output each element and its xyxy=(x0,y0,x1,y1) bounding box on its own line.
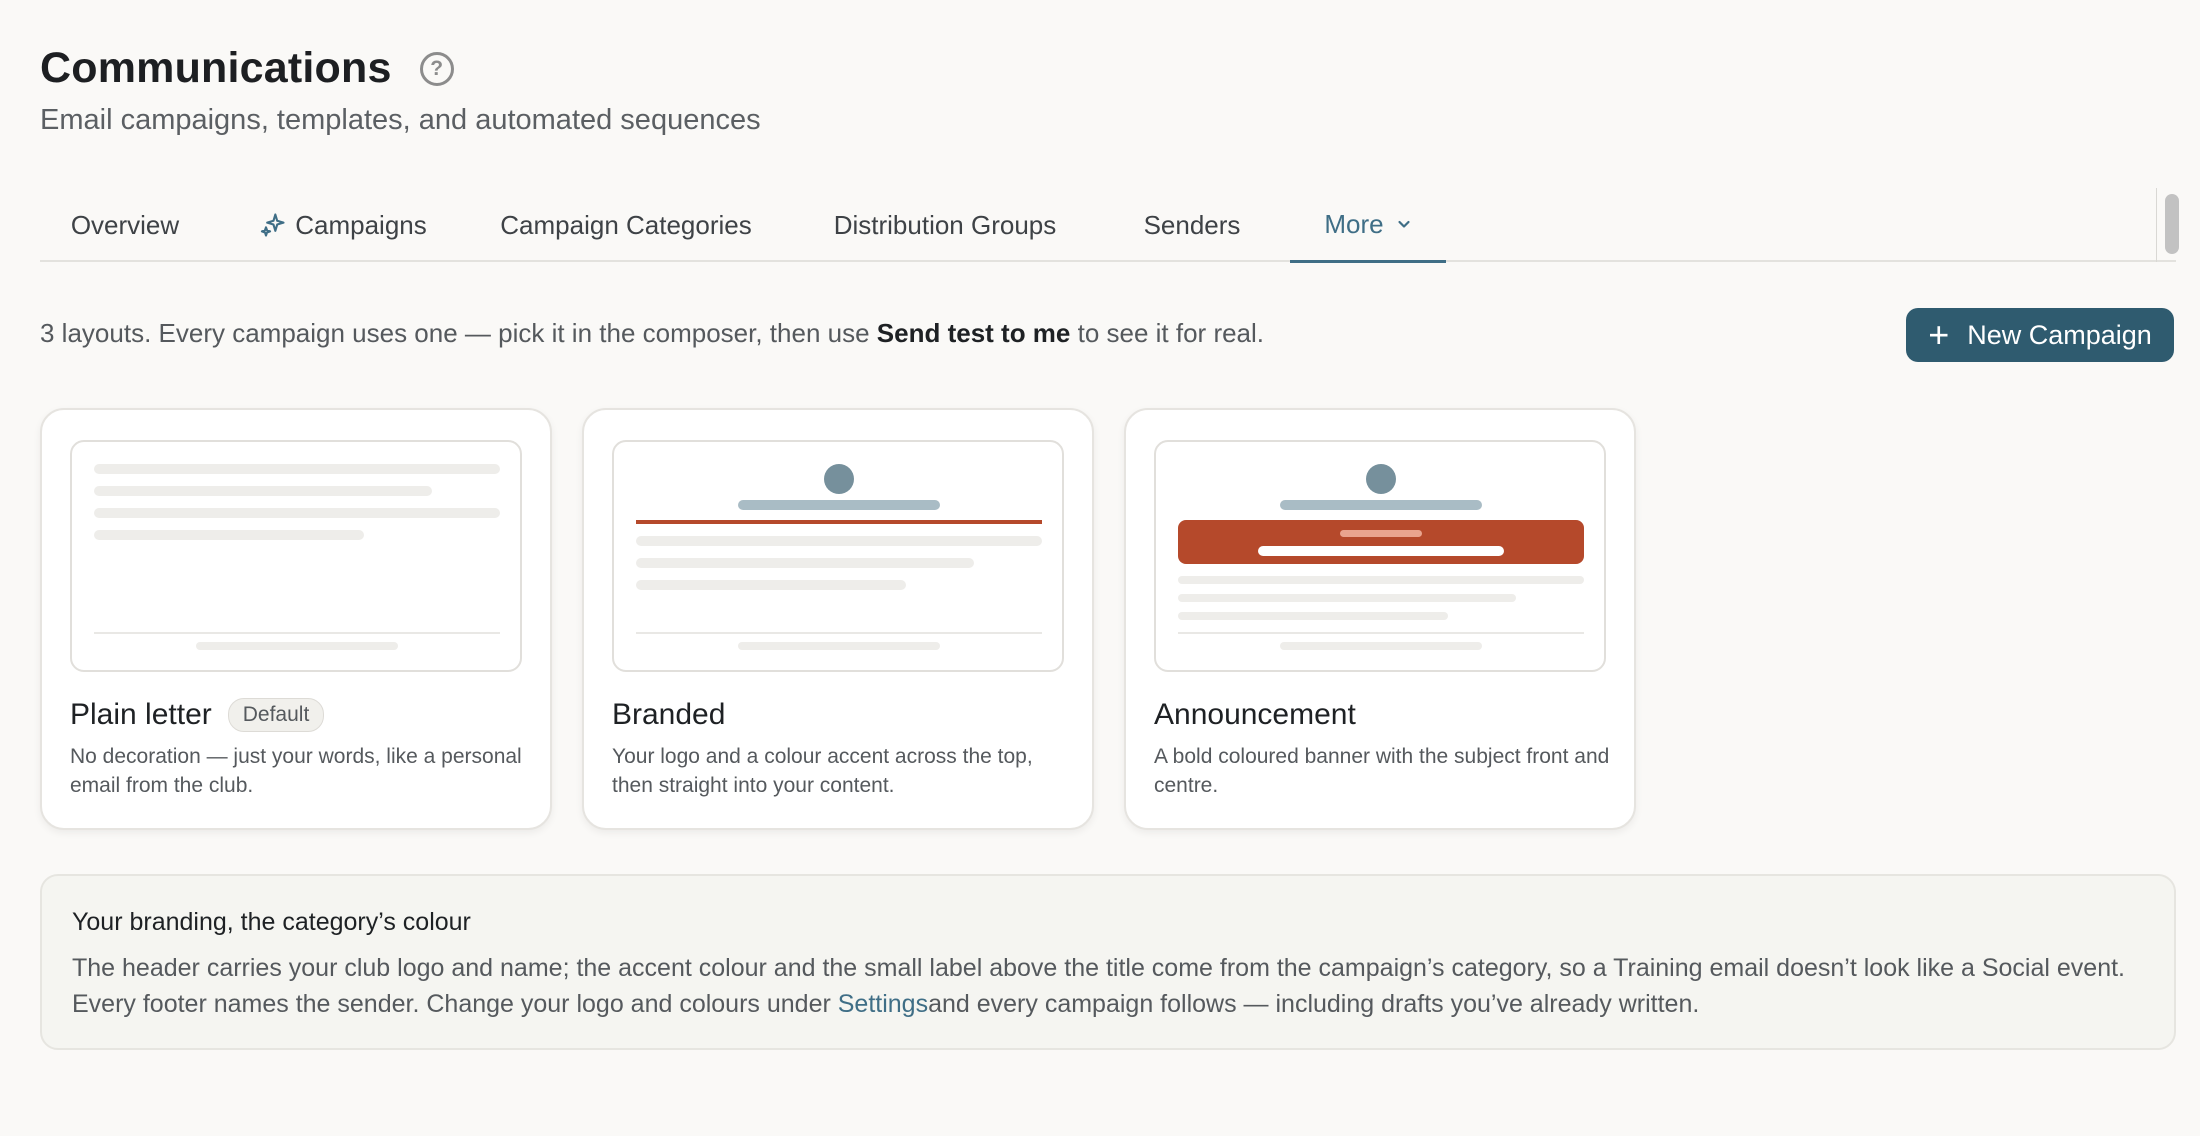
layouts-intro: 3 layouts. Every campaign uses one — pic… xyxy=(40,318,1264,349)
sparkle-icon xyxy=(261,213,285,237)
tab-label: Distribution Groups xyxy=(833,209,1057,240)
layout-card-plain-letter[interactable]: Plain letter Default No decoration — jus… xyxy=(40,408,552,830)
note-body: The header carries your club logo and na… xyxy=(72,950,2152,1022)
intro-text: 3 layouts. Every campaign uses one — pic… xyxy=(40,318,877,348)
branding-note: Your branding, the category’s colour The… xyxy=(40,874,2176,1050)
intro-text-end: to see it for real. xyxy=(1070,318,1265,348)
tab-scrollbar[interactable] xyxy=(2156,188,2184,262)
default-badge: Default xyxy=(227,698,325,732)
settings-link[interactable]: Settings xyxy=(838,990,928,1018)
tab-label: Campaigns xyxy=(295,209,427,240)
chevron-down-icon xyxy=(1398,220,1410,228)
note-text-end: and every campaign follows — including d… xyxy=(928,990,1700,1018)
layout-card-announcement[interactable]: Announcement A bold coloured banner with… xyxy=(1124,408,1636,830)
scrollbar-thumb[interactable] xyxy=(2165,194,2179,254)
tab-label: More xyxy=(1324,208,1384,239)
plus-icon: + xyxy=(1928,314,1950,355)
page-subtitle: Email campaigns, templates, and automate… xyxy=(40,104,761,136)
tab-bar: Overview Campaigns Campaign Categories D… xyxy=(40,188,2179,263)
layout-preview-branded xyxy=(612,440,1064,672)
help-icon[interactable]: ? xyxy=(419,51,454,86)
card-description: A bold coloured banner with the subject … xyxy=(1154,745,1610,797)
tab-distribution-groups[interactable]: Distribution Groups xyxy=(810,188,1080,262)
card-title: Announcement xyxy=(1154,698,1356,731)
tab-label: Senders xyxy=(1143,209,1241,240)
new-campaign-label: New Campaign xyxy=(1967,319,2152,350)
new-campaign-button[interactable]: + New Campaign xyxy=(1906,308,2174,362)
card-title: Branded xyxy=(612,698,726,731)
tab-label: Overview xyxy=(70,209,180,240)
tab-overview[interactable]: Overview xyxy=(40,188,210,262)
tab-campaigns[interactable]: Campaigns xyxy=(238,188,448,262)
card-title-row: Plain letter Default xyxy=(70,698,325,732)
tab-label: Campaign Categories xyxy=(500,209,752,240)
card-description: No decoration — just your words, like a … xyxy=(70,745,522,797)
layout-preview-plain xyxy=(70,440,522,672)
layout-preview-announcement xyxy=(1154,440,1606,672)
note-title: Your branding, the category’s colour xyxy=(72,908,471,936)
layout-card-branded[interactable]: Branded Your logo and a colour accent ac… xyxy=(582,408,1094,830)
card-title-row: Branded xyxy=(612,698,725,732)
tab-campaign-categories[interactable]: Campaign Categories xyxy=(484,188,768,262)
card-title-row: Announcement xyxy=(1154,698,1356,732)
card-description: Your logo and a colour accent across the… xyxy=(612,745,1033,797)
tab-more[interactable]: More xyxy=(1290,188,1446,263)
tab-senders[interactable]: Senders xyxy=(1122,188,1262,262)
card-title: Plain letter xyxy=(70,698,212,731)
send-test-emphasis: Send test to me xyxy=(876,318,1071,348)
page-title: Communications xyxy=(40,44,392,92)
title-row: Communications ? xyxy=(40,44,454,93)
